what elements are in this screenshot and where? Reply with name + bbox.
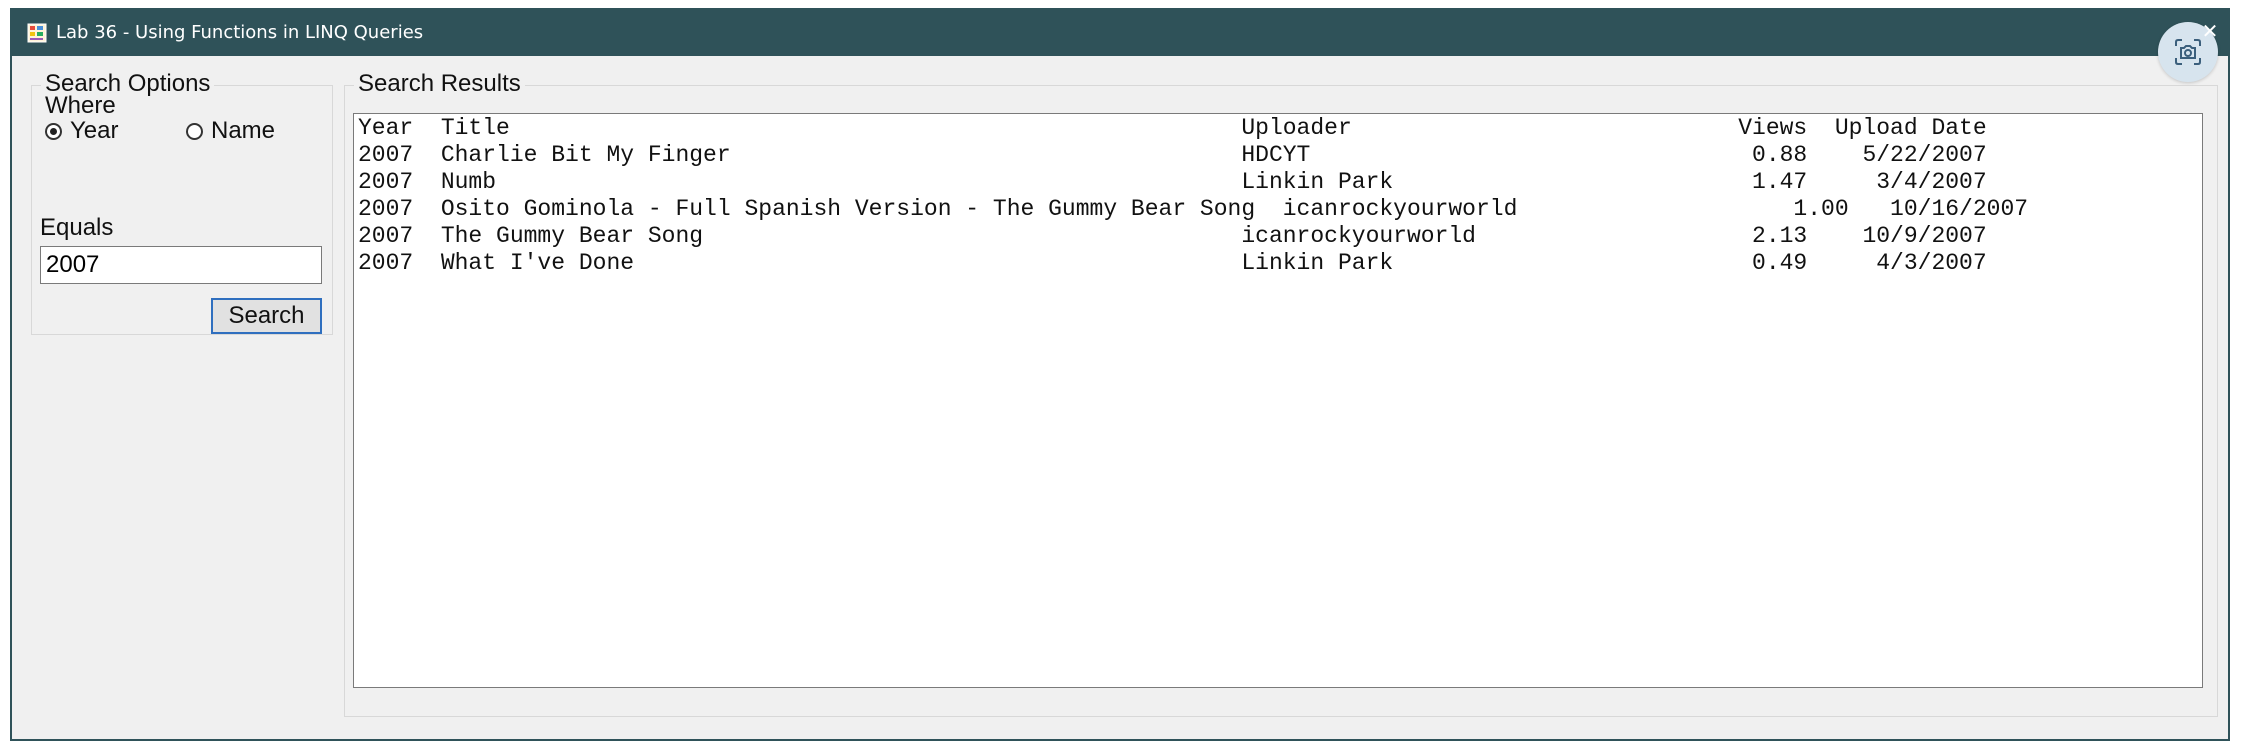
search-button[interactable]: Search	[211, 298, 322, 334]
results-header-line: Year Title Uploader Views Upload Date	[358, 115, 1987, 141]
title-bar[interactable]: Lab 36 - Using Functions in LINQ Queries…	[12, 10, 2228, 82]
equals-input[interactable]: 2007	[40, 246, 322, 284]
close-icon[interactable]: ✕	[2198, 19, 2222, 43]
windows-form-icon	[27, 23, 47, 43]
name-radio-label: Name	[211, 117, 276, 144]
search-results-legend: Search Results	[354, 70, 525, 98]
results-line[interactable]: 2007 Charlie Bit My Finger HDCYT 0.88 5/…	[358, 142, 2202, 169]
results-line[interactable]: 2007 What I've Done Linkin Park 0.49 4/3…	[358, 250, 2202, 277]
search-results-group: Search Results Year Title Uploader Views…	[344, 70, 2218, 717]
year-radio[interactable]: Year	[45, 117, 119, 145]
year-radio-label: Year	[70, 117, 119, 144]
year-radio-indicator	[45, 122, 62, 140]
name-radio-indicator	[186, 122, 203, 140]
main-window: Lab 36 - Using Functions in LINQ Queries…	[10, 8, 2230, 741]
equals-label: Equals	[40, 214, 114, 241]
results-line[interactable]: 2007 Osito Gominola - Full Spanish Versi…	[358, 196, 2202, 223]
where-label: Where	[45, 92, 116, 119]
results-listbox[interactable]: Year Title Uploader Views Upload Date 20…	[353, 113, 2203, 688]
name-radio[interactable]: Name	[186, 117, 275, 145]
window-title: Lab 36 - Using Functions in LINQ Queries	[56, 22, 424, 43]
results-line[interactable]: 2007 Numb Linkin Park 1.47 3/4/2007	[358, 169, 2202, 196]
results-line[interactable]: 2007 The Gummy Bear Song icanrockyourwor…	[358, 223, 2202, 250]
search-options-group: Search Options Where Year Name Equals 20…	[31, 70, 333, 335]
